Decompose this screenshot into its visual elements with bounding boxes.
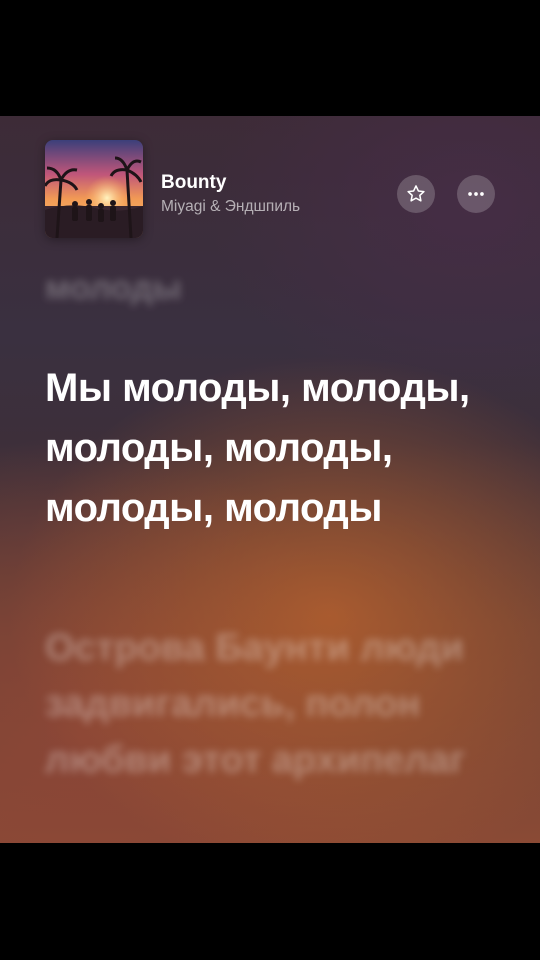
lyric-line-current[interactable]: Мы молоды, молоды, молоды, молоды, молод… xyxy=(45,358,515,538)
album-cover-art xyxy=(45,140,143,238)
track-title[interactable]: Bounty xyxy=(161,172,226,194)
ellipsis-icon xyxy=(468,192,484,196)
letterbox-top xyxy=(0,0,540,116)
track-artist[interactable]: Miyagi & Эндшпиль xyxy=(161,198,300,216)
now-playing-header: Bounty Miyagi & Эндшпиль xyxy=(0,116,540,246)
more-options-button[interactable] xyxy=(457,175,495,213)
star-icon xyxy=(407,185,425,202)
letterbox-bottom xyxy=(0,843,540,960)
lyric-line-previous[interactable]: молоды xyxy=(45,266,515,310)
album-cover[interactable] xyxy=(45,140,143,238)
lyric-line-next[interactable]: Острова Баунти люди задвигались, полон л… xyxy=(45,620,515,788)
favorite-button[interactable] xyxy=(397,175,435,213)
lyrics-screen: Bounty Miyagi & Эндшпиль молоды Мы молод… xyxy=(0,116,540,843)
